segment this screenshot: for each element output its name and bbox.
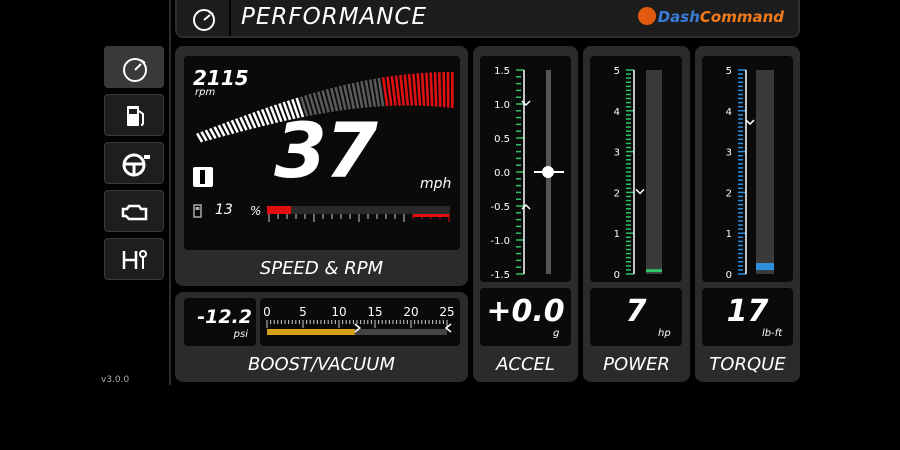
- torque-peak-marker: [745, 119, 755, 126]
- app-logo: DashCommand: [637, 7, 784, 26]
- rpm-tick: [420, 72, 426, 106]
- power-scale-label: 4: [614, 107, 620, 118]
- accel-unit: g: [553, 328, 560, 339]
- accel-indicator: [542, 166, 554, 178]
- speedometer-icon: [123, 58, 147, 82]
- speedometer-icon[interactable]: [189, 4, 219, 32]
- power-label: POWER: [603, 354, 670, 375]
- fuel-unit: %: [250, 204, 262, 218]
- power-peak-marker: [635, 188, 645, 195]
- check-engine-icon: [121, 204, 148, 221]
- torque-scale-label: 2: [726, 188, 732, 199]
- header-divider: [229, 0, 231, 36]
- accel-scale-label: 1.5: [494, 66, 510, 77]
- sidebar-item-fuel[interactable]: [104, 94, 164, 136]
- accel-scale-label: -1.5: [490, 270, 510, 281]
- logo-suffix: Command: [699, 8, 784, 26]
- torque-label: TORQUE: [709, 354, 786, 375]
- power-scale-label: 5: [614, 66, 620, 77]
- rpm-tick: [425, 72, 430, 107]
- torque-scale-label: 4: [726, 107, 732, 118]
- power-gauge: 5 4 3 2 1 0: [590, 56, 682, 282]
- torque-scale-label: 5: [726, 66, 732, 77]
- sidebar-item-diagnostics[interactable]: [104, 190, 164, 232]
- speed-value: 37: [274, 106, 378, 195]
- fuel-bar-fill: [267, 206, 291, 214]
- torque-value: 17: [726, 294, 769, 329]
- gear-indicator-bar: [200, 170, 205, 184]
- power-scale-label: 1: [614, 229, 620, 240]
- accel-scale-label: 1.0: [494, 100, 510, 111]
- torque-fill: [756, 263, 774, 271]
- torque-gauge: 5 4 3 2 1 0: [702, 56, 793, 282]
- accel-scale-label: 0.0: [494, 168, 510, 179]
- power-scale-label: 3: [614, 148, 620, 159]
- power-track: [646, 70, 662, 274]
- accel-value: +0.0: [486, 294, 565, 329]
- gear-indicator: [193, 167, 213, 187]
- power-scale-label: 0: [614, 270, 620, 281]
- rpm-tick: [416, 73, 422, 106]
- page-title: PERFORMANCE: [241, 4, 428, 30]
- boost-scale-label: 10: [331, 305, 346, 319]
- rpm-unit: rpm: [195, 87, 216, 98]
- gear-logo-icon: [637, 7, 656, 25]
- power-fill: [646, 269, 662, 273]
- sidebar-item-gearbox[interactable]: [104, 238, 164, 280]
- power-unit: hp: [658, 328, 671, 339]
- rpm-tick: [433, 72, 438, 107]
- torque-scale-label: 3: [726, 148, 732, 159]
- rpm-tick: [442, 72, 446, 108]
- torque-track: [756, 70, 774, 274]
- torque-unit: lb-ft: [762, 328, 783, 339]
- power-scale-label: 2: [614, 188, 620, 199]
- power-value: 7: [625, 294, 647, 329]
- fuel-bar-ticks: [268, 214, 450, 222]
- sidebar-divider: [169, 0, 171, 385]
- accel-label: ACCEL: [496, 354, 555, 375]
- boost-scale-label: 20: [403, 305, 418, 319]
- boost-fill: [267, 329, 355, 335]
- rpm-tick: [451, 72, 454, 108]
- rpm-tick: [412, 73, 418, 106]
- header-bar: PERFORMANCE DashCommand: [175, 0, 800, 38]
- shifter-icon: [122, 250, 147, 269]
- rpm-tick: [429, 72, 434, 107]
- torque-scale-label: 0: [726, 270, 732, 281]
- accel-gauge: 1.5 1.0 0.5 0.0 -0.5 -1.0 -1.5: [480, 56, 571, 282]
- rpm-tick: [446, 71, 450, 108]
- sidebar-item-driving[interactable]: [104, 142, 164, 184]
- speed-unit: mph: [420, 176, 452, 192]
- fuel-pump-icon: [127, 106, 144, 126]
- boost-bar-gauge: 0 5 10 15 20 25: [260, 298, 460, 346]
- boost-scale-label: 25: [439, 305, 454, 319]
- version-label: v3.0.0: [101, 375, 130, 385]
- accel-scale-label: 0.5: [494, 134, 510, 145]
- fuel-redzone: [413, 214, 449, 217]
- boost-value: -12.2: [197, 306, 252, 328]
- fuel-value: 13: [215, 202, 233, 218]
- boost-scale-label: 5: [299, 305, 307, 319]
- steering-wheel-icon: [122, 153, 150, 177]
- boost-scale-label: 15: [367, 305, 382, 319]
- logo-prefix: Dash: [657, 8, 700, 26]
- boost-vacuum-label: BOOST/VACUUM: [247, 354, 396, 375]
- torque-scale-label: 1: [726, 229, 732, 240]
- rpm-tick: [438, 72, 442, 107]
- boost-scale-label: 0: [263, 305, 271, 319]
- speed-rpm-label: SPEED & RPM: [259, 258, 384, 279]
- accel-scale-label: -1.0: [490, 236, 510, 247]
- boost-unit: psi: [233, 329, 248, 340]
- sidebar-item-performance[interactable]: [104, 46, 164, 88]
- fuel-small-icon: [193, 203, 203, 222]
- fuel-bar-track: [267, 206, 450, 214]
- accel-scale-label: -0.5: [490, 202, 510, 213]
